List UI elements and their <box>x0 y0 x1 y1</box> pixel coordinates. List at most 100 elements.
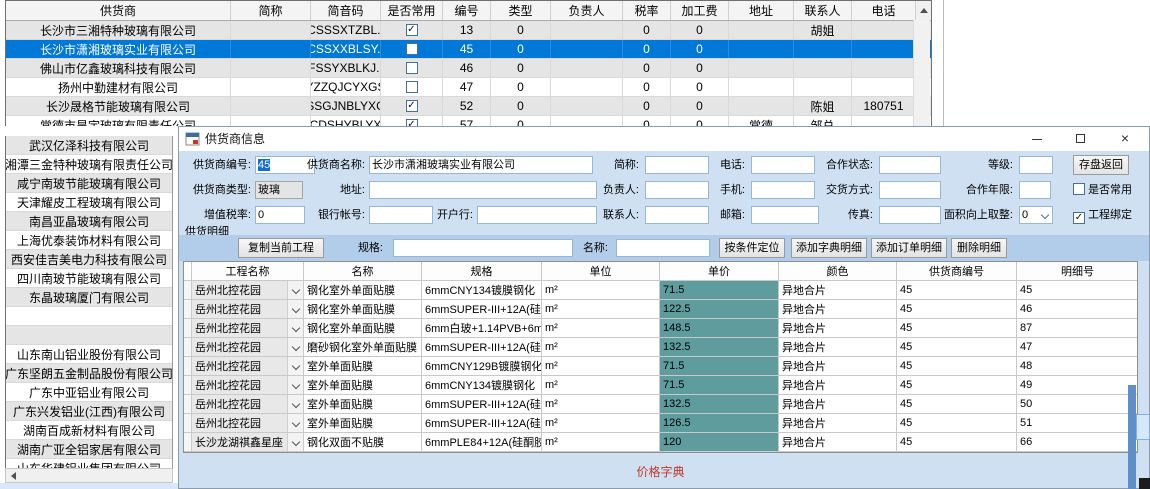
grid-row[interactable]: 长沙市三湘特种玻璃有限公司CSSSXTZBL..13000胡姐 <box>6 21 931 40</box>
row-header[interactable] <box>184 281 192 299</box>
supplier-grid-vscrollbar[interactable] <box>913 20 930 126</box>
list-item[interactable]: 南昌亚晶玻璃有限公司 <box>6 212 172 231</box>
cell-contact[interactable] <box>794 59 852 77</box>
cell-color[interactable]: 异地合片 <box>779 414 897 432</box>
cell-spec[interactable]: 6mmPLE84+12A(硅酮胶... <box>422 433 542 451</box>
cell-tax-rate[interactable]: 0 <box>623 21 671 39</box>
list-item[interactable]: 东晶玻璃厦门有限公司 <box>6 288 172 307</box>
cell-type[interactable]: 0 <box>491 116 551 126</box>
cell-unit[interactable]: m² <box>542 281 660 299</box>
cell-is-common[interactable] <box>381 116 443 126</box>
cell-detail-no[interactable]: 51 <box>1017 414 1138 432</box>
cell-price[interactable]: 148.5 <box>660 319 779 337</box>
cell-is-common[interactable] <box>381 59 443 77</box>
list-item[interactable]: 湖南广亚全铝家居有限公司 <box>6 440 172 459</box>
detail-row[interactable]: 岳州北控花园钢化室外单面贴膜6mm白玻+1.14PVB+6mm...m²148.… <box>184 319 1137 338</box>
common-checkbox[interactable] <box>406 62 418 74</box>
is-common-checkbox-wrap[interactable]: 是否常用 <box>1073 181 1132 199</box>
cell-supplier-no[interactable]: 45 <box>897 300 1017 318</box>
row-header[interactable] <box>184 319 192 337</box>
cell-is-common[interactable] <box>381 40 443 58</box>
project-combobox[interactable]: 岳州北控花园 <box>192 376 304 394</box>
cell-price[interactable]: 71.5 <box>660 376 779 394</box>
detail-row[interactable]: 岳州北控花园室外单面贴膜6mmCNY134镀膜钢化m²71.5异地合片4549 <box>184 376 1137 395</box>
cell-tax-rate[interactable]: 0 <box>623 40 671 58</box>
cell-address[interactable] <box>729 59 794 77</box>
cell-contact[interactable]: 胡姐 <box>794 21 852 39</box>
detail-row[interactable]: 岳州北控花园室外单面贴膜6mmSUPER-III+12A(硅...m²132.5… <box>184 395 1137 414</box>
spec-filter-input[interactable] <box>393 239 573 257</box>
combo-arrow-button[interactable] <box>287 357 303 375</box>
save-return-button[interactable]: 存盘返回 <box>1073 155 1129 175</box>
list-item[interactable]: 广东兴发铝业(江西)有限公司 <box>6 402 172 421</box>
cell-supplier[interactable]: 佛山市亿鑫玻璃科技有限公司 <box>6 59 231 77</box>
add-dict-detail-button[interactable]: 添加字典明细 <box>791 238 867 258</box>
cell-name[interactable]: 钢化室外单面贴膜 <box>304 281 422 299</box>
cell-price[interactable]: 71.5 <box>660 357 779 375</box>
cell-color[interactable]: 异地合片 <box>779 433 897 451</box>
row-header[interactable] <box>184 300 192 318</box>
cell-supplier[interactable]: 扬州中勤建材有限公司 <box>6 78 231 96</box>
coop-status-input[interactable] <box>879 156 941 174</box>
cell-supplier-no[interactable]: 45 <box>897 433 1017 451</box>
cell-short-name[interactable] <box>231 116 311 126</box>
list-item[interactable]: 天津耀皮工程玻璃有限公司 <box>6 193 172 212</box>
list-item[interactable] <box>6 307 172 326</box>
row-header[interactable] <box>184 433 192 451</box>
cell-supplier[interactable]: 常德市昊宇玻璃有限责任公司 <box>6 116 231 126</box>
list-item[interactable]: 广东中亚铝业有限公司 <box>6 383 172 402</box>
cell-spec[interactable]: 6mm白玻+1.14PVB+6mm... <box>422 319 542 337</box>
cell-manager[interactable] <box>551 40 623 58</box>
list-item[interactable] <box>6 326 172 345</box>
common-checkbox[interactable] <box>406 24 418 36</box>
grid-row[interactable]: 扬州中勤建材有限公司YZZQJCYXGS47000 <box>6 78 931 97</box>
cell-color[interactable]: 异地合片 <box>779 319 897 337</box>
cell-detail-no[interactable]: 49 <box>1017 376 1138 394</box>
cell-tax-rate[interactable]: 0 <box>623 59 671 77</box>
delete-detail-button[interactable]: 删除明细 <box>951 238 1007 258</box>
cell-process-fee[interactable]: 0 <box>671 78 729 96</box>
row-header[interactable] <box>184 357 192 375</box>
cell-tax-rate[interactable]: 0 <box>623 116 671 126</box>
project-combobox[interactable]: 岳州北控花园 <box>192 357 304 375</box>
cell-unit[interactable]: m² <box>542 357 660 375</box>
cell-is-common[interactable] <box>381 78 443 96</box>
cell-supplier-no[interactable]: 45 <box>897 319 1017 337</box>
cell-spec[interactable]: 6mmCNY134镀膜钢化 <box>422 376 542 394</box>
project-combobox[interactable]: 岳州北控花园 <box>192 338 304 356</box>
row-header[interactable] <box>184 395 192 413</box>
project-combobox[interactable]: 岳州北控花园 <box>192 414 304 432</box>
cell-address[interactable] <box>729 78 794 96</box>
cell-color[interactable]: 异地合片 <box>779 300 897 318</box>
minimize-button[interactable] <box>1017 127 1057 151</box>
cell-manager[interactable] <box>551 116 623 126</box>
project-combobox[interactable]: 岳州北控花园 <box>192 300 304 318</box>
project-bind-checkbox[interactable] <box>1073 212 1085 224</box>
cell-supplier-no[interactable]: 45 <box>897 357 1017 375</box>
cell-name[interactable]: 钢化室外单面贴膜 <box>304 319 422 337</box>
cell-supplier-no[interactable]: 45 <box>897 376 1017 394</box>
supplier-list-hscrollbar[interactable] <box>5 468 173 483</box>
cell-color[interactable]: 异地合片 <box>779 376 897 394</box>
list-item[interactable]: 四川南玻节能玻璃有限公司 <box>6 269 172 288</box>
cell-contact[interactable] <box>794 40 852 58</box>
cell-manager[interactable] <box>551 97 623 115</box>
cell-detail-no[interactable]: 47 <box>1017 338 1138 356</box>
cell-pinyin-code[interactable]: CDSHYBLYX <box>311 116 381 126</box>
detail-row[interactable]: 长沙龙湖祺鑫星座钢化双面不贴膜6mmPLE84+12A(硅酮胶...m²120异… <box>184 433 1137 452</box>
grade-input[interactable] <box>1019 156 1053 174</box>
cell-supplier-no[interactable]: 45 <box>897 395 1017 413</box>
cell-address[interactable] <box>729 40 794 58</box>
common-checkbox[interactable] <box>406 43 418 55</box>
project-combobox[interactable]: 岳州北控花园 <box>192 395 304 413</box>
common-checkbox[interactable] <box>406 81 418 93</box>
cell-short-name[interactable] <box>231 21 311 39</box>
cell-type[interactable]: 0 <box>491 97 551 115</box>
detail-row[interactable]: 岳州北控花园室外单面贴膜6mmSUPER-III+12A(硅...m²126.5… <box>184 414 1137 433</box>
cell-name[interactable]: 钢化双面不贴膜 <box>304 433 422 451</box>
cell-color[interactable]: 异地合片 <box>779 357 897 375</box>
locate-by-condition-button[interactable]: 按条件定位 <box>719 238 785 258</box>
project-combobox[interactable]: 岳州北控花园 <box>192 281 304 299</box>
area-round-combobox[interactable]: 0 <box>1019 206 1053 224</box>
cell-short-name[interactable] <box>231 40 311 58</box>
